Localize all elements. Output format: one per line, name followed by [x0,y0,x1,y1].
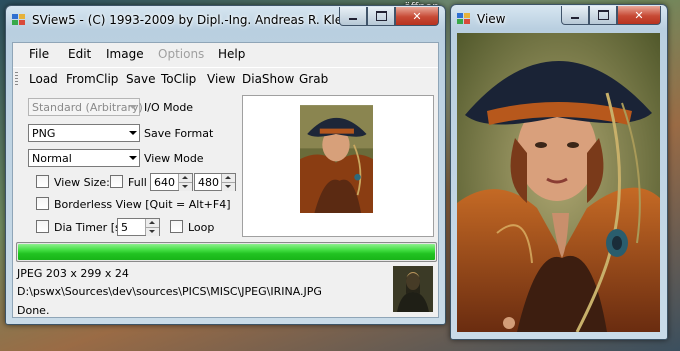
view-window: View ✕ [450,4,668,340]
view-size-label[interactable]: View Size: [54,176,110,189]
main-client-area: File Edit Image Options Help Load FromCl… [12,42,439,318]
dia-timer-up-button[interactable] [146,219,159,227]
progress-bar-fill [18,244,435,260]
toolbar-diashow-button[interactable]: DiaShow [242,72,294,86]
menu-help[interactable]: Help [218,47,245,61]
dia-timer-checkbox[interactable] [36,220,49,233]
loop-checkbox[interactable] [170,220,183,233]
view-close-button[interactable]: ✕ [617,6,661,25]
borderless-checkbox[interactable] [36,197,49,210]
main-window-titlebar[interactable]: SView5 - (C) 1993-2009 by Dipl.-Ing. And… [6,6,445,34]
dia-timer-label[interactable]: Dia Timer [s] [54,221,125,234]
sview-app-icon[interactable] [12,14,26,26]
status-area: JPEG 203 x 299 x 24 D:\pswx\Sources\dev\… [13,263,438,317]
close-icon: ✕ [634,8,644,22]
borderless-label[interactable]: Borderless View [Quit = Alt+F4] [54,198,231,211]
view-window-title: View [477,12,506,26]
chevron-down-icon [129,131,137,135]
image-preview [300,105,373,213]
sview-app-icon[interactable] [457,13,471,25]
menu-image[interactable]: Image [106,47,144,61]
width-stepper[interactable]: 640 [150,173,193,191]
minimize-button[interactable] [339,7,367,26]
view-minimize-button[interactable] [561,6,589,25]
status-message: Done. [17,304,50,317]
io-mode-select[interactable]: Standard (Arbitrary) [28,98,143,116]
progress-bar [16,242,437,262]
file-path-text: D:\pswx\Sources\dev\sources\PICS\MISC\JP… [17,285,322,298]
maximize-button[interactable] [367,7,395,26]
height-down-button[interactable] [222,182,235,191]
thumbnail-image [393,266,433,312]
maximize-icon [597,10,609,20]
toolbar-grip[interactable] [15,72,18,86]
width-up-button[interactable] [179,174,192,182]
minimize-icon [349,18,357,20]
toolbar-fromclip-button[interactable]: FromClip [66,72,118,86]
toolbar-load-button[interactable]: Load [29,72,58,86]
main-window: SView5 - (C) 1993-2009 by Dipl.-Ing. And… [5,5,446,325]
toolbar-save-button[interactable]: Save [126,72,155,86]
view-mode-select[interactable]: Normal [28,149,140,167]
full-image-view [457,33,660,332]
view-window-titlebar[interactable]: View ✕ [451,5,667,33]
dia-timer-stepper[interactable]: 5 [117,218,160,236]
close-icon: ✕ [412,9,422,23]
chevron-down-icon [129,156,137,160]
minimize-icon [571,17,579,19]
maximize-icon [375,11,387,21]
menu-edit[interactable]: Edit [68,47,91,61]
image-preview-frame [242,95,434,237]
chevron-down-icon [129,105,137,109]
menu-bar: File Edit Image Options Help [13,43,438,65]
io-mode-label: I/O Mode [144,101,194,114]
loop-label[interactable]: Loop [188,221,214,234]
full-checkbox[interactable] [110,175,123,188]
menu-options[interactable]: Options [158,47,204,61]
height-up-button[interactable] [222,174,235,182]
toolbar-toclip-button[interactable]: ToClip [161,72,196,86]
toolbar-view-button[interactable]: View [207,72,235,86]
view-size-checkbox[interactable] [36,175,49,188]
width-down-button[interactable] [179,182,192,191]
view-mode-label: View Mode [144,152,204,165]
save-format-select[interactable]: PNG [28,124,140,142]
save-format-label: Save Format [144,127,214,140]
image-info-text: JPEG 203 x 299 x 24 [17,267,129,280]
height-stepper[interactable]: 480 [194,173,236,191]
toolbar: Load FromClip Save ToClip View DiaShow G… [13,67,438,90]
full-label[interactable]: Full [128,176,147,189]
menu-file[interactable]: File [29,47,49,61]
close-button[interactable]: ✕ [395,7,439,26]
toolbar-grab-button[interactable]: Grab [299,72,328,86]
dia-timer-down-button[interactable] [146,227,159,236]
main-window-title: SView5 - (C) 1993-2009 by Dipl.-Ing. And… [32,13,371,27]
view-maximize-button[interactable] [589,6,617,25]
